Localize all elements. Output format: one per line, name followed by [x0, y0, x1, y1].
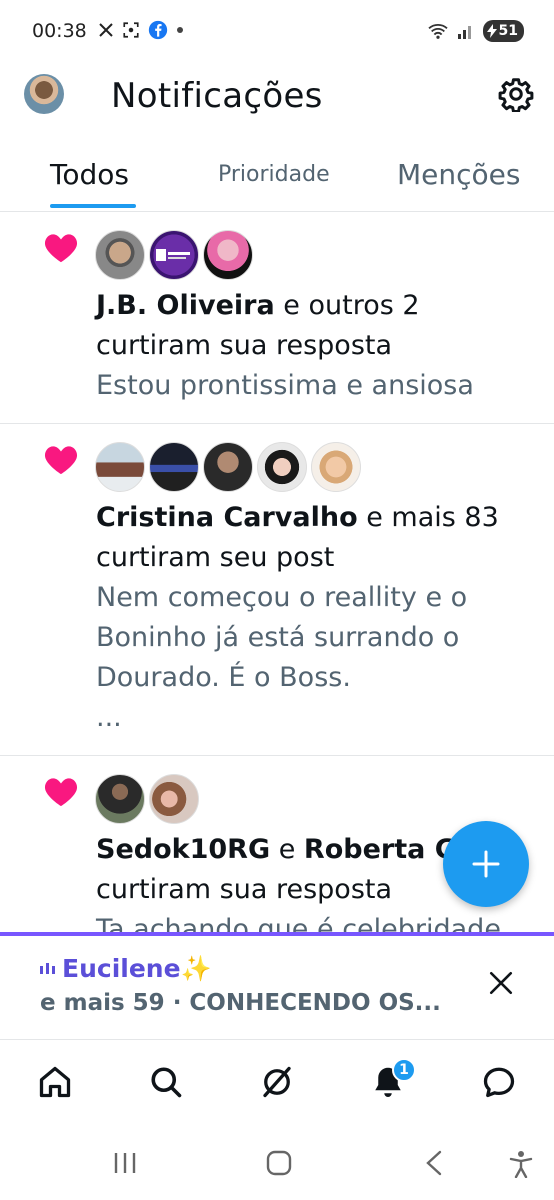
- avatar[interactable]: [203, 230, 253, 280]
- heart-icon: [44, 778, 78, 807]
- heart-icon: [44, 234, 78, 263]
- post-snippet: Ta achando que é celebridade: [96, 914, 501, 932]
- signal-icon: [457, 26, 471, 39]
- reality-noticias-logo-icon: [156, 249, 190, 261]
- status-system-icons: 51: [427, 20, 524, 42]
- home-button-icon[interactable]: [266, 1150, 292, 1176]
- joiner: e: [270, 834, 304, 865]
- notifications-badge: 1: [392, 1058, 416, 1082]
- notification-text: J.B. Oliveira e outros 2 curtiram sua re…: [96, 286, 536, 406]
- close-icon[interactable]: [488, 970, 514, 996]
- avatar-group: [95, 442, 361, 492]
- notification-action: curtiram sua resposta: [96, 874, 393, 905]
- live-host-name: Eucilene✨: [62, 954, 212, 983]
- status-time: 00:38: [32, 20, 87, 42]
- dot-icon: [177, 27, 183, 33]
- status-notification-icons: [98, 20, 184, 40]
- avatar[interactable]: [149, 230, 199, 280]
- actor-name[interactable]: Sedok10RG: [96, 834, 270, 865]
- tab-mencoes[interactable]: Menções: [397, 158, 520, 191]
- others-count: e mais 83: [357, 502, 499, 533]
- avatar[interactable]: [203, 442, 253, 492]
- others-count: e outros 2: [274, 290, 420, 321]
- notification-text: Cristina Carvalho e mais 83 curtiram seu…: [96, 498, 536, 738]
- post-snippet-ellipsis: ...: [96, 702, 122, 733]
- live-audio-icon: [40, 963, 55, 974]
- profile-avatar[interactable]: [24, 74, 64, 114]
- search-icon[interactable]: [148, 1064, 184, 1100]
- battery-indicator: 51: [482, 20, 524, 42]
- accessibility-icon[interactable]: [508, 1150, 534, 1178]
- notification-item[interactable]: Cristina Carvalho e mais 83 curtiram seu…: [0, 424, 554, 756]
- active-tab-indicator: [50, 204, 136, 208]
- wifi-icon: [427, 24, 448, 39]
- tab-prioridade[interactable]: Prioridade: [218, 162, 330, 187]
- x-logo-icon: [99, 23, 113, 37]
- notification-action: curtiram seu post: [96, 542, 335, 573]
- avatar[interactable]: [149, 442, 199, 492]
- post-snippet: Estou prontissima e ansiosa: [96, 370, 474, 401]
- live-space-subtitle: e mais 59 · CONHECENDO OS...: [40, 990, 441, 1016]
- avatar[interactable]: [95, 230, 145, 280]
- charging-icon: [486, 24, 497, 38]
- tab-todos[interactable]: Todos: [50, 158, 129, 191]
- actor-name[interactable]: Cristina Carvalho: [96, 502, 358, 533]
- battery-level: 51: [498, 23, 518, 39]
- recent-apps-icon[interactable]: [112, 1150, 138, 1176]
- avatar-group: [95, 774, 199, 824]
- app-header: Notificações: [0, 62, 554, 128]
- plus-icon: [472, 850, 500, 878]
- live-space-title: Eucilene✨: [40, 954, 212, 984]
- home-icon[interactable]: [37, 1064, 73, 1100]
- avatar[interactable]: [257, 442, 307, 492]
- compose-button[interactable]: [443, 821, 529, 907]
- status-bar: 00:38 51: [0, 0, 554, 62]
- avatar[interactable]: [95, 442, 145, 492]
- messages-icon[interactable]: [481, 1064, 517, 1100]
- avatar[interactable]: [311, 442, 361, 492]
- avatar[interactable]: [149, 774, 199, 824]
- notification-action: curtiram sua resposta: [96, 330, 393, 361]
- post-snippet-line: Dourado. É o Boss.: [96, 662, 351, 693]
- avatar-group: [95, 230, 253, 280]
- actor-name[interactable]: J.B. Oliveira: [96, 290, 275, 321]
- avatar[interactable]: [95, 774, 145, 824]
- post-snippet-line: Boninho já está surrando o: [96, 622, 460, 653]
- settings-gear-icon[interactable]: [498, 76, 534, 112]
- facebook-icon: [148, 20, 168, 40]
- screenshot-icon: [123, 22, 139, 38]
- notification-item[interactable]: J.B. Oliveira e outros 2 curtiram sua re…: [0, 212, 554, 424]
- post-snippet-line: Nem começou o reallity e o: [96, 582, 468, 613]
- system-navigation-bar: [0, 1130, 554, 1200]
- notification-tabs: Todos Prioridade Menções: [0, 140, 554, 212]
- back-icon[interactable]: [424, 1150, 444, 1176]
- heart-icon: [44, 446, 78, 475]
- grok-icon[interactable]: [259, 1064, 295, 1100]
- page-title: Notificações: [111, 76, 323, 116]
- live-space-banner[interactable]: Eucilene✨ e mais 59 · CONHECENDO OS...: [0, 936, 554, 1040]
- bottom-navigation: 1: [0, 1042, 554, 1126]
